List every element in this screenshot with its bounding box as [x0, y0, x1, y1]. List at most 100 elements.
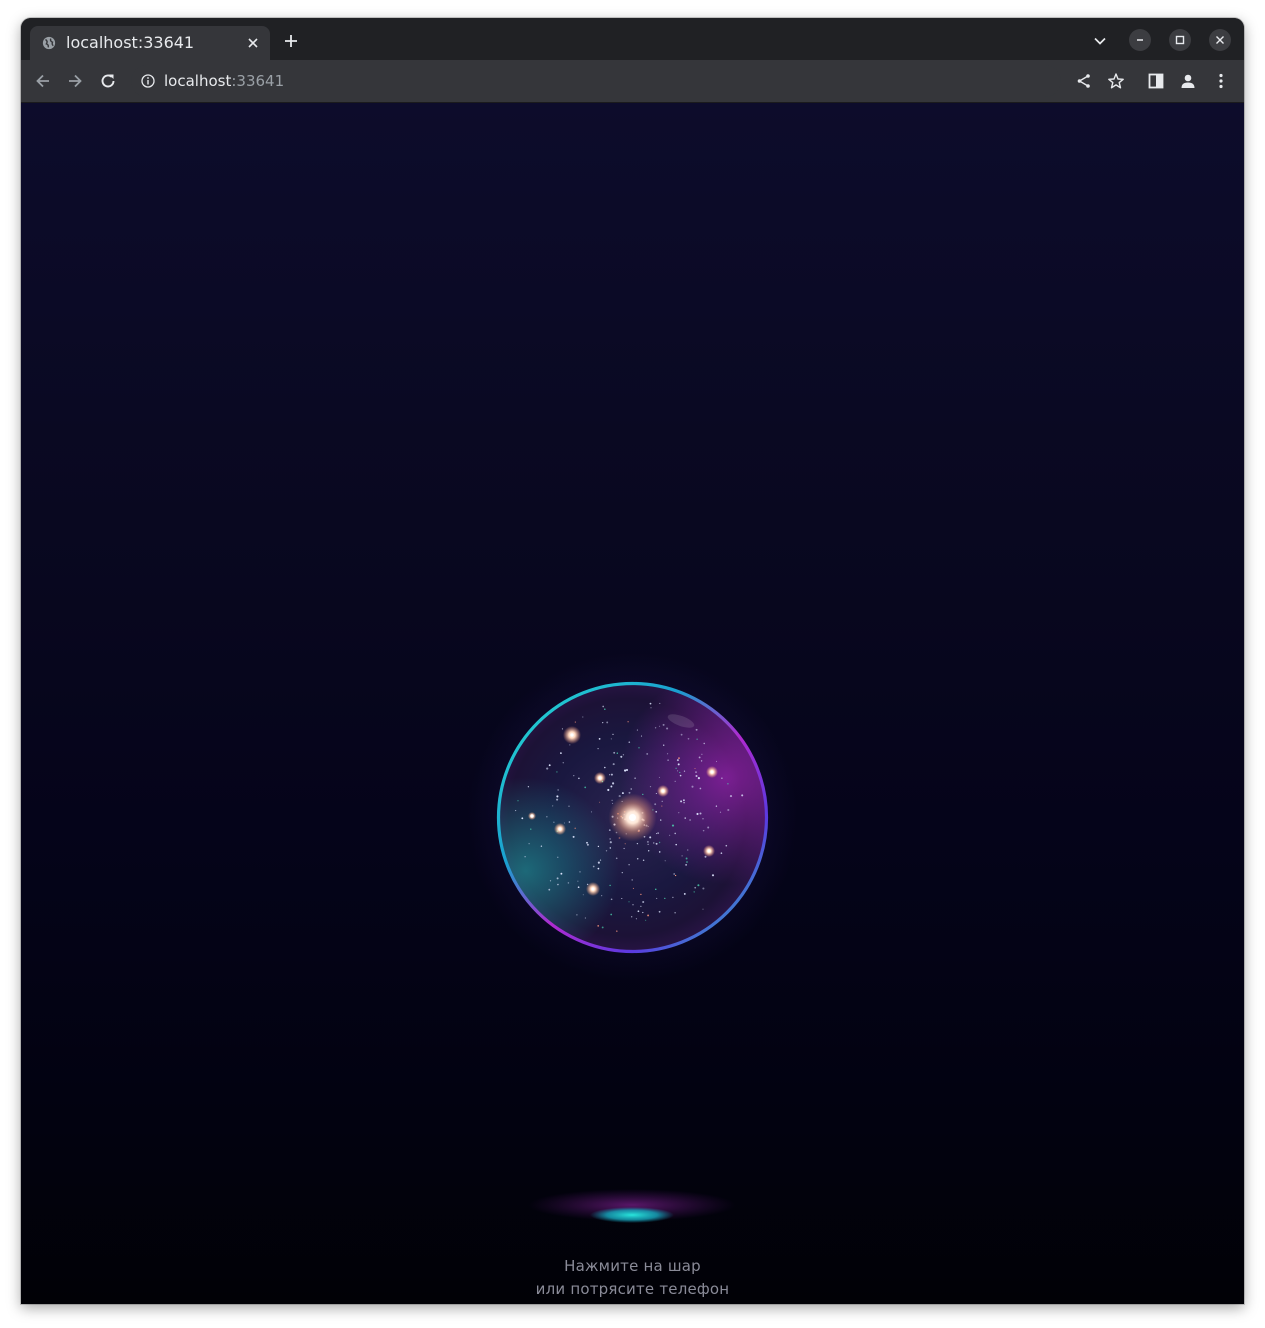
particle	[612, 763, 615, 766]
particle	[655, 888, 657, 890]
particle	[610, 738, 612, 740]
particle	[621, 871, 623, 874]
particle	[696, 812, 699, 816]
back-icon[interactable]	[34, 72, 52, 90]
page-content: Нажмите на шар или потрясите телефон	[21, 103, 1244, 1304]
star	[530, 814, 534, 818]
particle	[563, 822, 565, 824]
particle	[599, 859, 602, 861]
particle	[638, 746, 640, 749]
particle	[607, 788, 610, 792]
particle	[642, 911, 644, 914]
particle	[719, 811, 722, 813]
particle	[654, 727, 657, 729]
particle	[608, 829, 611, 831]
chevron-down-icon[interactable]	[1093, 34, 1107, 48]
particle	[517, 800, 519, 802]
particle	[572, 835, 575, 838]
particle	[574, 827, 576, 830]
particle	[702, 818, 704, 820]
particle	[702, 887, 705, 890]
particle	[695, 771, 697, 773]
side-panel-icon[interactable]	[1147, 72, 1165, 90]
particle	[624, 843, 626, 845]
particle	[647, 843, 649, 845]
magic-orb[interactable]	[466, 651, 799, 984]
particle	[602, 721, 604, 724]
particle	[620, 755, 623, 758]
particle	[693, 891, 695, 893]
particle	[613, 751, 616, 754]
particle	[597, 867, 600, 870]
particle	[616, 752, 618, 754]
particle	[576, 914, 578, 916]
particle	[577, 886, 580, 889]
close-icon[interactable]	[245, 35, 261, 51]
particle	[685, 857, 688, 860]
particle	[703, 742, 705, 745]
forward-icon[interactable]	[66, 72, 84, 90]
star	[570, 733, 574, 737]
particle	[715, 805, 718, 807]
menu-icon[interactable]	[1212, 72, 1230, 90]
particle	[660, 819, 662, 821]
particle	[574, 721, 576, 723]
particle	[645, 919, 647, 921]
particle	[729, 795, 733, 798]
profile-icon[interactable]	[1179, 72, 1197, 90]
particle	[702, 908, 704, 910]
particle	[682, 799, 685, 802]
particle	[699, 787, 702, 790]
particle	[683, 770, 686, 772]
hint-line-1: Нажмите на шар	[564, 1257, 701, 1275]
particle	[586, 843, 589, 846]
particle	[592, 865, 595, 868]
particle	[687, 737, 690, 740]
particle	[635, 918, 637, 920]
star	[558, 827, 562, 831]
address-bar[interactable]: localhost:33641	[131, 65, 1061, 97]
particle	[658, 851, 661, 853]
particle	[699, 812, 702, 815]
particle	[586, 841, 588, 844]
plus-icon[interactable]	[283, 33, 299, 49]
particle	[658, 841, 661, 844]
particle	[672, 896, 674, 899]
particle	[630, 788, 632, 790]
particle	[686, 861, 688, 863]
particle	[649, 786, 652, 788]
reload-icon[interactable]	[99, 72, 117, 90]
particle	[632, 904, 634, 906]
particle	[674, 780, 676, 783]
particle	[637, 910, 640, 913]
particle	[649, 836, 652, 839]
particle	[528, 843, 530, 845]
star	[598, 776, 602, 780]
particle	[590, 811, 593, 813]
particle	[700, 760, 703, 762]
close-window-icon[interactable]	[1209, 29, 1231, 51]
particle	[741, 794, 744, 797]
particle	[579, 871, 581, 873]
particle	[597, 845, 600, 848]
star	[707, 849, 711, 853]
tab-title: localhost:33641	[66, 33, 195, 52]
orb-svg	[496, 681, 769, 954]
particle	[556, 877, 559, 880]
particle	[675, 843, 677, 846]
maximize-icon[interactable]	[1169, 29, 1191, 51]
browser-tab[interactable]: localhost:33641	[30, 26, 270, 60]
star-icon[interactable]	[1107, 72, 1125, 90]
particle	[674, 912, 676, 914]
particle	[721, 777, 723, 779]
particle	[582, 716, 584, 718]
particle	[557, 789, 559, 791]
globe-icon	[42, 36, 56, 50]
particle	[656, 897, 658, 899]
particle	[623, 847, 625, 850]
minimize-icon[interactable]	[1129, 29, 1151, 51]
particle	[584, 917, 587, 919]
info-icon[interactable]	[141, 74, 155, 88]
particle	[658, 910, 661, 913]
share-icon[interactable]	[1075, 72, 1093, 90]
